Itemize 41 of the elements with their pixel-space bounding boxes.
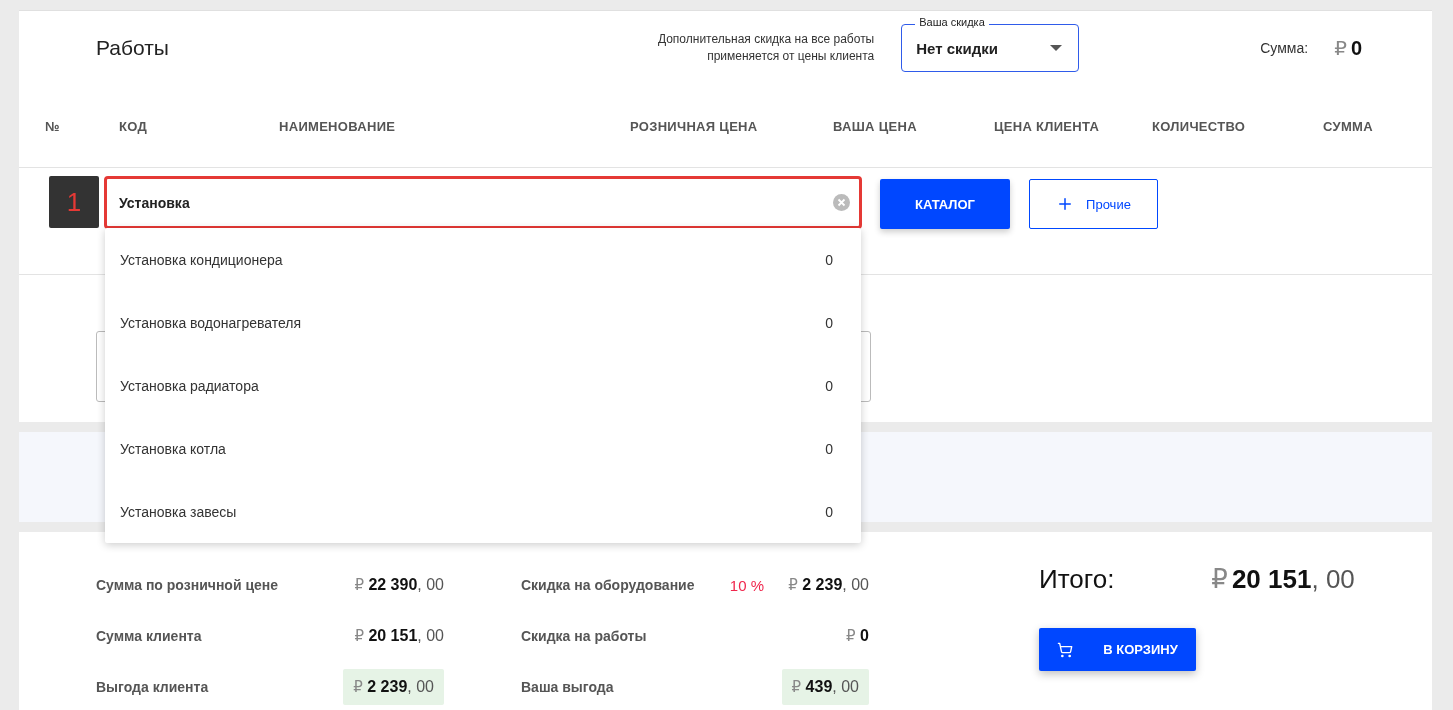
amount-value: ₽ 22 390, 00 — [354, 575, 444, 596]
sum-amount: ₽ 0 — [1334, 36, 1362, 60]
summary-label: Ваша выгода — [521, 677, 615, 697]
sum-label: Сумма: — [1260, 40, 1309, 56]
total-label: Итого: — [1039, 564, 1115, 595]
cart-icon — [1057, 641, 1074, 658]
column-header: ЦЕНА КЛИЕНТА — [994, 118, 1100, 134]
summary-label: Сумма клиента — [96, 627, 203, 646]
summary-label: Сумма по розничной цене — [96, 576, 280, 596]
caret-icon — [1050, 45, 1063, 51]
section-title: Работы — [96, 36, 170, 60]
suggestion-item[interactable]: Установка завесы 0 — [105, 480, 861, 543]
column-header: № — [45, 118, 60, 134]
highlighted-amount: ₽ 439, 00 — [781, 668, 869, 705]
catalog-button[interactable]: КАТАЛОГ — [880, 179, 1010, 229]
column-header: НАИМЕНОВАНИЕ — [279, 118, 396, 134]
summary-label: Выгода клиента — [96, 677, 210, 697]
column-header: РОЗНИЧНАЯ ЦЕНА — [630, 118, 758, 134]
percent-value: 10 % — [729, 576, 764, 594]
summary-label: Скидка на оборудование — [521, 576, 696, 596]
suggestion-item[interactable]: Установка котла 0 — [105, 417, 861, 480]
amount: ₽20 151, 00 — [1211, 564, 1355, 595]
suggestion-item[interactable]: Установка кондиционера 0 — [105, 228, 861, 291]
clear-icon[interactable] — [833, 194, 850, 211]
select-label: Ваша скидка — [915, 16, 989, 28]
highlighted-amount: ₽ 2 239, 00 — [343, 668, 444, 705]
search-field[interactable]: Установка — [104, 176, 862, 229]
row-number: 1 — [49, 176, 99, 228]
suggestion-item[interactable]: Установка радиатора 0 — [105, 354, 861, 417]
amount-value: ₽ 2 239, 00 — [788, 575, 869, 596]
discount-note: Дополнительная скидка на все работы применяется от цены клиента — [657, 31, 875, 65]
column-header: ВАША ЦЕНА — [833, 118, 917, 134]
other-button[interactable]: Прочие — [1029, 179, 1158, 229]
cart-button[interactable]: В КОРЗИНУ — [1039, 628, 1196, 671]
amount-value: ₽ 20 151, 00 — [354, 626, 444, 646]
suggestion-item[interactable]: Установка водонагревателя 0 — [105, 291, 861, 354]
amount-value: ₽ 0 — [846, 626, 869, 646]
column-header: КОД — [119, 118, 148, 134]
column-header: СУММА — [1323, 118, 1373, 134]
column-header: КОЛИЧЕСТВО — [1152, 118, 1246, 134]
summary-label: Скидка на работы — [521, 627, 648, 646]
